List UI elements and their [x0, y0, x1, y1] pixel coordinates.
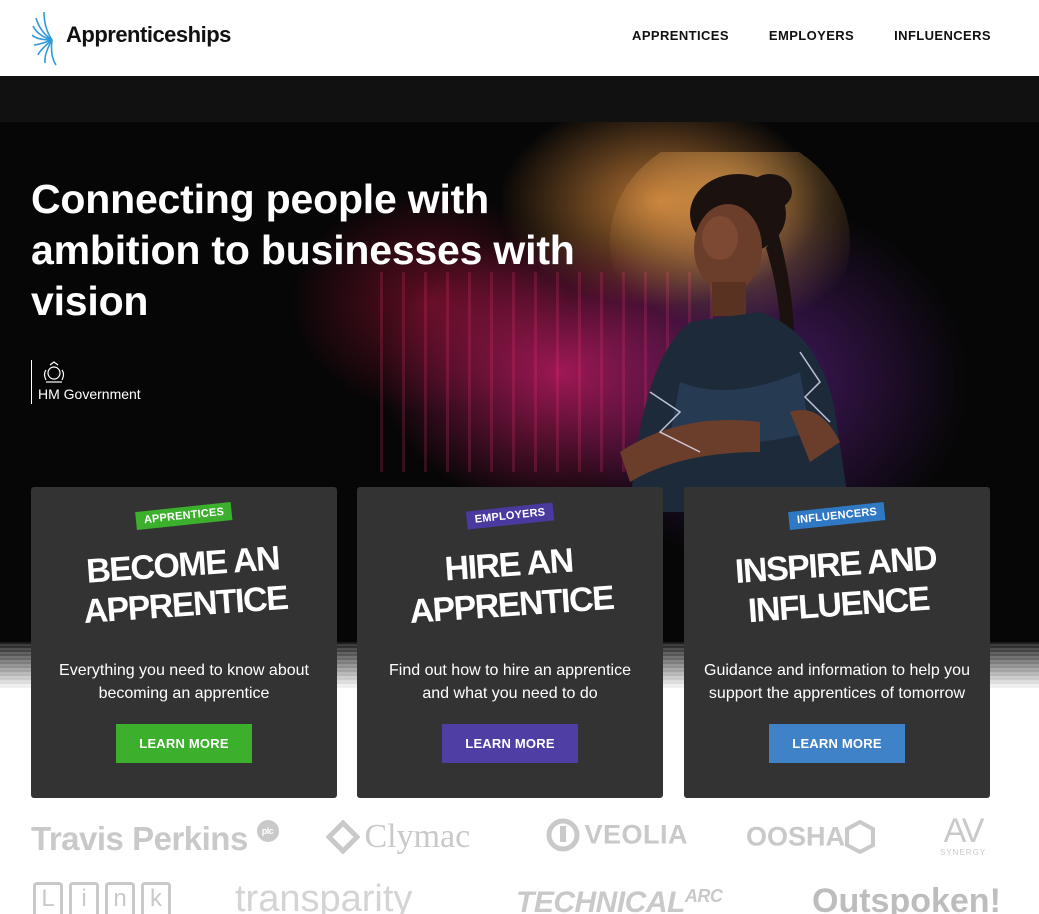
arc-text: ARC — [684, 886, 723, 906]
card-employers: EMPLOYERS HIRE AN APPRENTICE Find out ho… — [357, 487, 663, 798]
travis-perkins-text: Travis Perkins — [31, 820, 248, 857]
card-description: Find out how to hire an apprentice and w… — [389, 662, 631, 702]
apprenticeships-logo[interactable]: Apprenticeships — [32, 8, 232, 68]
logo-text: Apprenticeships — [66, 22, 231, 47]
link-logo: L i n k — [33, 882, 171, 914]
technical-arc-logo: TECHNICALARC — [516, 886, 723, 914]
veolia-emblem-icon — [546, 818, 580, 852]
veolia-text: VEOLIA — [584, 819, 688, 850]
outspoken-logo: Outspoken! — [812, 882, 1001, 914]
technical-text: TECHNICAL — [516, 886, 685, 914]
card-title: BECOME AN APPRENTICE — [29, 534, 340, 635]
nav-influencers[interactable]: INFLUENCERS — [894, 28, 991, 43]
link-letter: n — [105, 882, 135, 914]
card-title: INSPIRE AND INFLUENCE — [682, 534, 993, 635]
card-apprentices: APPRENTICES BECOME AN APPRENTICE Everyth… — [31, 487, 337, 798]
oosha-hexagon-icon — [845, 819, 876, 855]
card-tag: INFLUENCERS — [788, 502, 886, 530]
header-dark-strip — [0, 76, 1039, 122]
synergy-text: SYNERGY — [940, 848, 987, 857]
hero-title: Connecting people with ambition to busin… — [31, 176, 575, 324]
clymac-text: Clymac — [364, 818, 471, 855]
royal-crest-icon — [43, 361, 65, 383]
link-letter: i — [69, 882, 99, 914]
nav-employers[interactable]: EMPLOYERS — [769, 28, 854, 43]
veolia-logo: VEOLIA — [546, 818, 688, 852]
card-description: Guidance and information to help you sup… — [704, 662, 970, 702]
learn-more-button[interactable]: LEARN MORE — [769, 724, 905, 763]
oosha-text: OOSHA — [746, 821, 846, 852]
card-description: Everything you need to know about becomi… — [59, 662, 309, 702]
plc-badge: plc — [256, 820, 279, 842]
learn-more-button[interactable]: LEARN MORE — [442, 724, 578, 763]
oosha-logo: OOSHA — [746, 819, 876, 855]
av-synergy-logo: AV SYNERGY — [940, 814, 986, 857]
clymac-diamond-icon — [325, 819, 361, 855]
learn-more-button[interactable]: LEARN MORE — [116, 724, 252, 763]
card-tag: EMPLOYERS — [465, 502, 555, 530]
card-influencers: INFLUENCERS INSPIRE AND INFLUENCE Guidan… — [684, 487, 990, 798]
site-header: Apprenticeships APPRENTICES EMPLOYERS IN… — [0, 0, 1039, 76]
transparity-logo: transparity — [235, 878, 413, 914]
nav-apprentices[interactable]: APPRENTICES — [632, 28, 729, 43]
av-text: AV — [943, 812, 985, 850]
link-letter: L — [33, 882, 63, 914]
hm-government-label: HM Government — [38, 386, 141, 402]
clymac-logo: Clymac — [325, 818, 471, 856]
main-nav: APPRENTICES EMPLOYERS INFLUENCERS — [632, 28, 991, 43]
travis-perkins-logo: Travis Perkins plc — [31, 820, 279, 858]
hm-government-logo: HM Government — [31, 360, 141, 404]
card-tag: APPRENTICES — [135, 502, 233, 530]
link-letter: k — [141, 882, 171, 914]
card-title: HIRE AN APPRENTICE — [355, 534, 666, 635]
